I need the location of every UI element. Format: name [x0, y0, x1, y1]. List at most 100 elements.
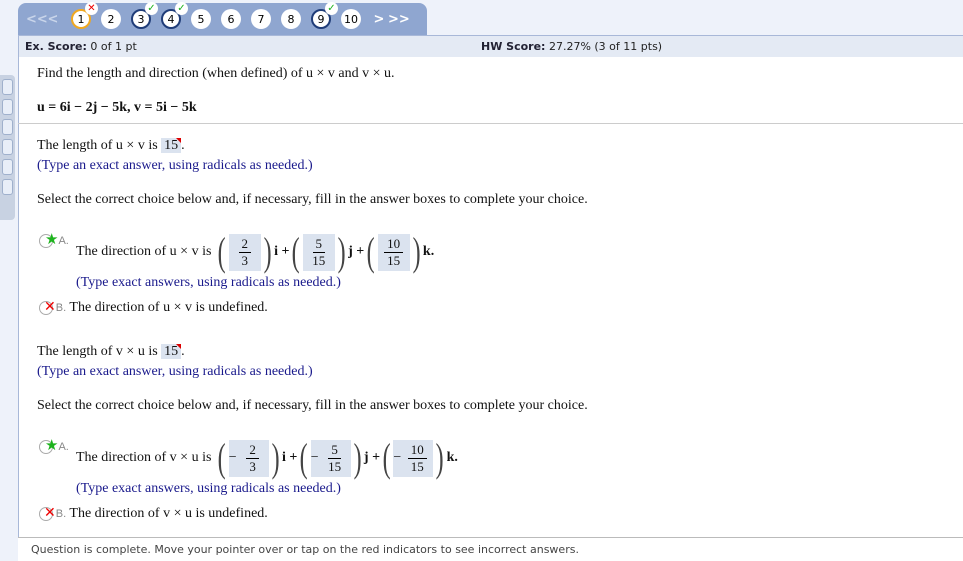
choice-b-text: The direction of v × u is undefined.	[69, 506, 268, 521]
question-number: 5	[197, 12, 205, 26]
direction-component: (10 15) k.	[364, 232, 434, 272]
ex-score-value: 0 of 1 pt	[90, 40, 137, 53]
paren: (	[382, 435, 391, 480]
hw-score-value: 27.27% (3 of 11 pts)	[548, 40, 663, 53]
question-number: 2	[107, 12, 115, 26]
select-instruction: Select the correct choice below and, if …	[37, 398, 588, 413]
question-number: 8	[287, 12, 295, 26]
direction-component: (2 3) i +	[215, 232, 289, 272]
direction-component: (5 15) j +	[289, 232, 364, 272]
paren: (	[292, 229, 301, 274]
question-1-button[interactable]: 1 ✕	[71, 2, 98, 29]
fraction-answer-box[interactable]: 10 15	[377, 233, 410, 271]
x-icon: ✕	[85, 2, 98, 15]
numerator: 2	[238, 236, 251, 253]
choice-b-label: B.	[55, 508, 67, 520]
given-vectors: u = 6i − 2j − 5k, v = 5i − 5k	[37, 100, 197, 115]
question-number: 9	[317, 12, 325, 26]
tool-button[interactable]	[2, 159, 13, 175]
question-number: 1	[77, 12, 85, 26]
fraction-answer-box[interactable]: 23	[236, 439, 269, 477]
question-7-button[interactable]: 7	[251, 9, 271, 29]
tool-button[interactable]	[2, 139, 13, 155]
denominator: 15	[312, 252, 326, 268]
choice-a-marker[interactable]: ★A.	[39, 230, 69, 249]
fraction-answer-box[interactable]: 10 15	[401, 439, 434, 477]
paren: (	[218, 229, 227, 274]
choice-a-label-text: The direction of u × v is	[76, 244, 212, 259]
choice-b-label: B.	[55, 302, 67, 314]
denominator: 3	[249, 458, 256, 474]
length-answer[interactable]: 15	[161, 344, 182, 359]
tool-button[interactable]	[2, 119, 13, 135]
incorrect-x-icon: ✕	[44, 505, 56, 521]
incorrect-x-icon: ✕	[44, 299, 56, 315]
divider	[18, 123, 963, 124]
length-hint: (Type an exact answer, using radicals as…	[37, 158, 313, 173]
numerator: 10	[407, 442, 427, 459]
check-icon: ✓	[175, 2, 188, 15]
direction-component: (−2 3) i +	[215, 438, 297, 478]
fraction-answer-box[interactable]: 5 15	[318, 439, 351, 477]
fraction-answer-box[interactable]: 23	[228, 233, 261, 271]
correct-star-icon: ★	[45, 438, 59, 454]
choice-b-text: The direction of u × v is undefined.	[69, 300, 268, 315]
paren: )	[412, 229, 421, 274]
numerator: 5	[312, 236, 326, 253]
question-number: 10	[344, 12, 358, 26]
choice-a-label: A.	[58, 235, 69, 247]
choice-a-marker[interactable]: ★A.	[39, 436, 69, 455]
choice-b[interactable]: ✕B. The direction of u × v is undefined.	[39, 299, 268, 316]
question-10-button[interactable]: 10	[341, 9, 361, 29]
question-3-button[interactable]: 3 ✓	[131, 2, 158, 29]
sign: −	[393, 450, 402, 465]
tool-button[interactable]	[2, 79, 13, 95]
length-label: The length of v × u is	[37, 344, 158, 359]
denominator: 15	[328, 458, 342, 474]
paren: )	[435, 435, 444, 480]
question-navigator: << < 1 ✕ 2 3 ✓ 4 ✓ 5 6 7 8 9 ✓ 10 > >>	[18, 2, 427, 35]
paren: )	[353, 435, 362, 480]
choice-b[interactable]: ✕B. The direction of v × u is undefined.	[39, 505, 268, 522]
correct-star-icon: ★	[45, 232, 59, 248]
first-question-button[interactable]: <<	[26, 12, 48, 27]
choice-a-text: The direction of v × u is(−2 3) i +(−5 15) j…	[76, 438, 458, 478]
denominator: 15	[410, 458, 424, 474]
tool-button[interactable]	[2, 99, 13, 115]
choice-a-label-text: The direction of v × u is	[76, 450, 212, 465]
length-answer[interactable]: 15	[161, 138, 182, 153]
denominator: 15	[387, 252, 401, 268]
unit-vector: i +	[281, 450, 298, 465]
question-5-button[interactable]: 5	[191, 9, 211, 29]
ex-score-label: Ex. Score:	[25, 40, 87, 53]
paren: (	[300, 435, 309, 480]
choice-a-text: The direction of u × v is(2 3) i +(5 15) j +…	[76, 232, 434, 272]
sign: −	[228, 450, 237, 465]
fraction-answer-box[interactable]: 5 15	[302, 233, 335, 271]
paren: )	[337, 229, 346, 274]
length-hint: (Type an exact answer, using radicals as…	[37, 364, 313, 379]
select-instruction: Select the correct choice below and, if …	[37, 192, 588, 207]
paren: )	[271, 435, 280, 480]
next-question-button[interactable]: >	[370, 12, 388, 27]
question-4-button[interactable]: 4 ✓	[161, 2, 188, 29]
question-6-button[interactable]: 6	[221, 9, 241, 29]
direction-component: (−5 15) j +	[297, 438, 380, 478]
question-9-button[interactable]: 9 ✓	[311, 2, 338, 29]
length-label: The length of u × v is	[37, 138, 158, 153]
unit-vector: j +	[363, 450, 381, 465]
numerator: 5	[328, 442, 341, 459]
question-number: 7	[257, 12, 265, 26]
previous-question-button[interactable]: <	[44, 12, 62, 27]
paren: (	[218, 435, 227, 480]
check-icon: ✓	[325, 2, 338, 15]
direction-component: (−10 15) k.	[380, 438, 458, 478]
last-question-button[interactable]: >>	[388, 12, 410, 27]
choice-a-label: A.	[58, 441, 69, 453]
status-message: Question is complete. Move your pointer …	[18, 537, 963, 561]
question-8-button[interactable]: 8	[281, 9, 301, 29]
question-2-button[interactable]: 2	[101, 9, 121, 29]
choice-a-hint: (Type exact answers, using radicals as n…	[76, 275, 341, 290]
tool-button[interactable]	[2, 179, 13, 195]
denominator: 3	[241, 252, 249, 268]
